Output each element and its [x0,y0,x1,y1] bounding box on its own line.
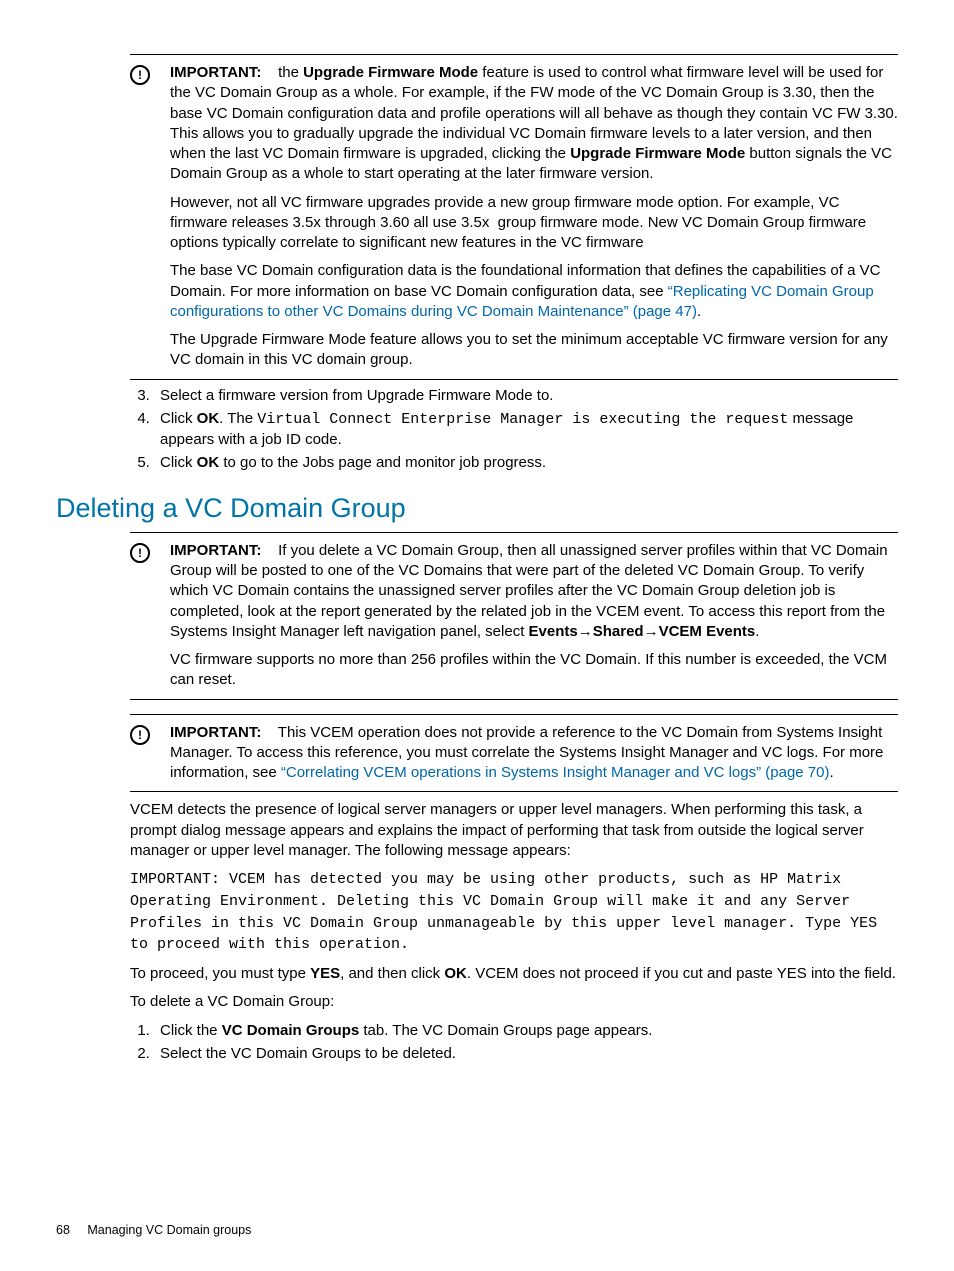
text: , and then click [340,965,444,982]
text: . VCEM does not proceed if you cut and p… [467,965,896,982]
text: tab. The VC Domain Groups page appears. [359,1022,652,1039]
important-label: IMPORTANT: [170,542,261,559]
text: VCEM detects the presence of logical ser… [130,800,898,861]
text: To delete a VC Domain Group: [130,992,898,1012]
text: To proceed, you must type [130,965,310,982]
text: . [829,764,833,781]
steps-list-1: Select a firmware version from Upgrade F… [130,386,898,474]
text: YES [310,965,340,982]
step-item: Click OK to go to the Jobs page and moni… [154,453,898,473]
text: The Upgrade Firmware Mode feature allows… [170,330,898,371]
text: Click [160,410,197,427]
footer-title: Managing VC Domain groups [87,1223,251,1237]
link-correlating-vcem[interactable]: “Correlating VCEM operations in Systems … [281,764,830,781]
text: Upgrade Firmware Mode [303,64,478,81]
page-number: 68 [56,1222,70,1239]
code-block: IMPORTANT: VCEM has detected you may be … [130,869,898,956]
steps-list-2: Click the VC Domain Groups tab. The VC D… [130,1021,898,1065]
text: VC Domain Groups [222,1022,360,1039]
step-item: Select the VC Domain Groups to be delete… [154,1044,898,1064]
section-heading: Deleting a VC Domain Group [56,490,898,526]
code-text: Virtual Connect Enterprise Manager is ex… [257,411,788,428]
text: Click the [160,1022,222,1039]
text: . [755,623,759,640]
text: OK [197,410,220,427]
important-icon: ! [130,541,170,563]
important-icon: ! [130,723,170,745]
text: VC firmware supports no more than 256 pr… [170,650,898,691]
text: Select the VC Domain Groups to be delete… [160,1045,456,1062]
text: Click [160,454,197,471]
text: Upgrade Firmware Mode [570,145,745,162]
text: to go to the Jobs page and monitor job p… [219,454,546,471]
text: However, not all VC firmware upgrades pr… [170,193,898,254]
important-icon: ! [130,63,170,85]
step-item: Select a firmware version from Upgrade F… [154,386,898,406]
text: . [697,303,701,320]
important-label: IMPORTANT: [170,724,261,741]
text: Select a firmware version from Upgrade F… [160,387,553,404]
text: . The [219,410,257,427]
text: OK [197,454,220,471]
text: the [278,64,303,81]
text: Events→Shared→VCEM Events [529,623,756,640]
step-item: Click OK. The Virtual Connect Enterprise… [154,409,898,451]
important-callout-1: ! IMPORTANT: the Upgrade Firmware Mode f… [130,54,898,380]
important-callout-2: ! IMPORTANT: If you delete a VC Domain G… [130,532,898,700]
important-callout-3: ! IMPORTANT: This VCEM operation does no… [130,714,898,793]
step-item: Click the VC Domain Groups tab. The VC D… [154,1021,898,1041]
page-footer: 68 Managing VC Domain groups [56,1222,251,1239]
important-label: IMPORTANT: [170,64,261,81]
text: OK [444,965,467,982]
